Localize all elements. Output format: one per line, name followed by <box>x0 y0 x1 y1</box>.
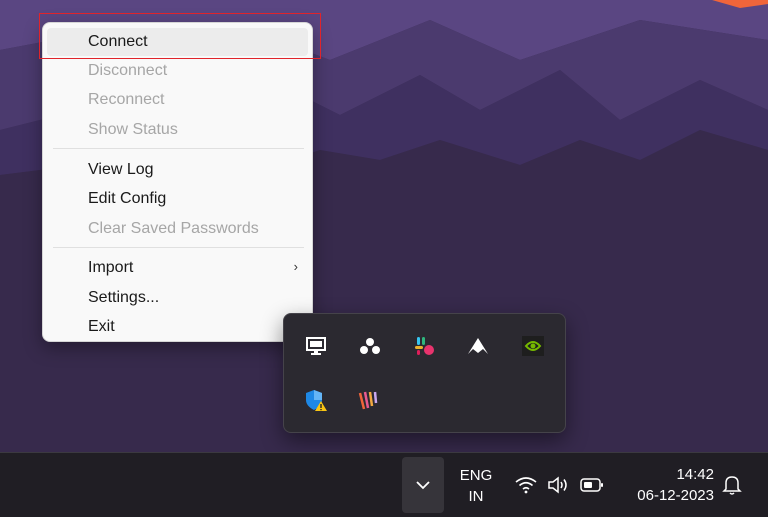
chevron-down-icon <box>416 481 430 490</box>
tray-overflow-popup <box>283 313 566 433</box>
menu-item-clear-saved-passwords: Clear Saved Passwords <box>47 215 308 243</box>
dots-cluster-icon[interactable] <box>354 330 386 362</box>
menu-item-view-log[interactable]: View Log <box>47 156 308 184</box>
menu-item-show-status: Show Status <box>47 116 308 144</box>
menu-item-label: Settings... <box>88 289 160 306</box>
menu-item-label: Disconnect <box>88 62 168 79</box>
menu-item-edit-config[interactable]: Edit Config <box>47 185 308 213</box>
menu-item-disconnect: Disconnect <box>47 57 308 85</box>
menu-separator <box>53 148 304 149</box>
menu-item-exit[interactable]: Exit <box>47 313 308 341</box>
menu-item-label: Clear Saved Passwords <box>88 220 259 237</box>
annotation-highlight-box <box>39 13 321 59</box>
menu-item-label: Exit <box>88 318 115 335</box>
wifi-icon[interactable] <box>514 473 538 497</box>
menu-item-reconnect: Reconnect <box>47 86 308 114</box>
show-hidden-icons-button[interactable] <box>402 457 444 513</box>
stripes-app-icon[interactable] <box>354 384 386 416</box>
chevron-right-icon: › <box>293 259 298 274</box>
monitor-icon[interactable] <box>300 330 332 362</box>
security-shield-warning-icon[interactable] <box>300 384 332 416</box>
clock-time: 14:42 <box>676 466 714 483</box>
menu-item-label: Edit Config <box>88 190 167 207</box>
clock-date: 06-12-2023 <box>637 487 714 504</box>
nordvpn-icon[interactable] <box>462 330 494 362</box>
language-code: ENG <box>459 467 493 484</box>
menu-item-import[interactable]: Import › <box>47 254 308 282</box>
notification-bell-icon[interactable] <box>720 473 744 497</box>
menu-item-label: View Log <box>88 161 154 178</box>
battery-icon[interactable] <box>580 473 604 497</box>
taskbar: ENG IN 14:42 06-12-2023 <box>0 452 768 517</box>
slack-icon[interactable] <box>409 330 441 362</box>
volume-icon[interactable] <box>546 473 570 497</box>
menu-item-label: Show Status <box>88 121 178 138</box>
context-menu: Connect Disconnect Reconnect Show Status… <box>42 22 313 342</box>
nvidia-icon[interactable] <box>517 330 549 362</box>
menu-item-label: Reconnect <box>88 91 165 108</box>
language-indicator[interactable]: ENG IN <box>452 465 500 505</box>
menu-separator <box>53 247 304 248</box>
language-region: IN <box>468 488 484 505</box>
clock[interactable]: 14:42 06-12-2023 <box>620 464 714 506</box>
menu-item-settings[interactable]: Settings... <box>47 284 308 312</box>
menu-item-label: Import <box>88 259 134 276</box>
